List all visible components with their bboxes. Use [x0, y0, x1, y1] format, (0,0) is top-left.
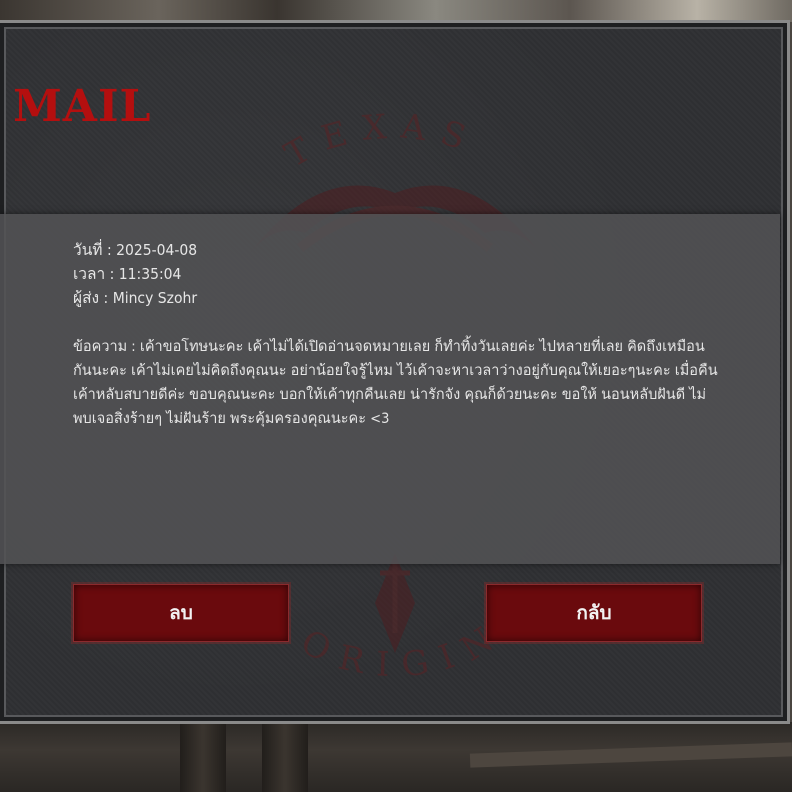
- message-text: เค้าขอโทษนะคะ เค้าไม่ได้เปิดอ่านจดหมายเล…: [139, 339, 705, 355]
- background-post: [262, 722, 308, 792]
- background-scene-top: [0, 0, 792, 22]
- back-button[interactable]: กลับ: [486, 584, 702, 642]
- message-line: กันนะคะ เค้าไม่เคยไม่คิดถึงคุณนะ อย่าน้อ…: [73, 363, 718, 379]
- watermark-top-text: TEXAS: [278, 106, 470, 176]
- sender-label: ผู้ส่ง :: [73, 289, 109, 307]
- message-line: เค้าหลับสบายดีค่ะ ขอบคุณนะคะ บอกให้เค้าท…: [73, 387, 707, 403]
- mail-content-box: วันที่ : 2025-04-08 เวลา : 11:35:04 ผู้ส…: [0, 214, 780, 564]
- message-label: ข้อความ :: [73, 339, 136, 355]
- date-row: วันที่ : 2025-04-08: [73, 238, 753, 262]
- message-line: ข้อความ : เค้าขอโทษนะคะ เค้าไม่ได้เปิดอ่…: [73, 335, 753, 359]
- time-row: เวลา : 11:35:04: [73, 262, 753, 286]
- background-post: [180, 722, 226, 792]
- svg-text:TEXAS: TEXAS: [278, 106, 484, 176]
- mail-meta: วันที่ : 2025-04-08 เวลา : 11:35:04 ผู้ส…: [73, 238, 753, 310]
- date-label: วันที่ :: [73, 241, 112, 259]
- date-value: 2025-04-08: [116, 241, 198, 259]
- message-line: พบเจอสิ่งร้ายๆ ไม่ฝันร้าย พระคุ้มครองคุณ…: [73, 411, 390, 427]
- mail-message: ข้อความ : เค้าขอโทษนะคะ เค้าไม่ได้เปิดอ่…: [73, 335, 753, 431]
- page-title: S MAIL: [0, 81, 152, 132]
- sender-value: Mincy Szohr: [112, 289, 198, 307]
- sender-row: ผู้ส่ง : Mincy Szohr: [73, 286, 753, 310]
- delete-button[interactable]: ลบ: [73, 584, 289, 642]
- time-value: 11:35:04: [118, 265, 182, 283]
- time-label: เวลา :: [73, 265, 115, 283]
